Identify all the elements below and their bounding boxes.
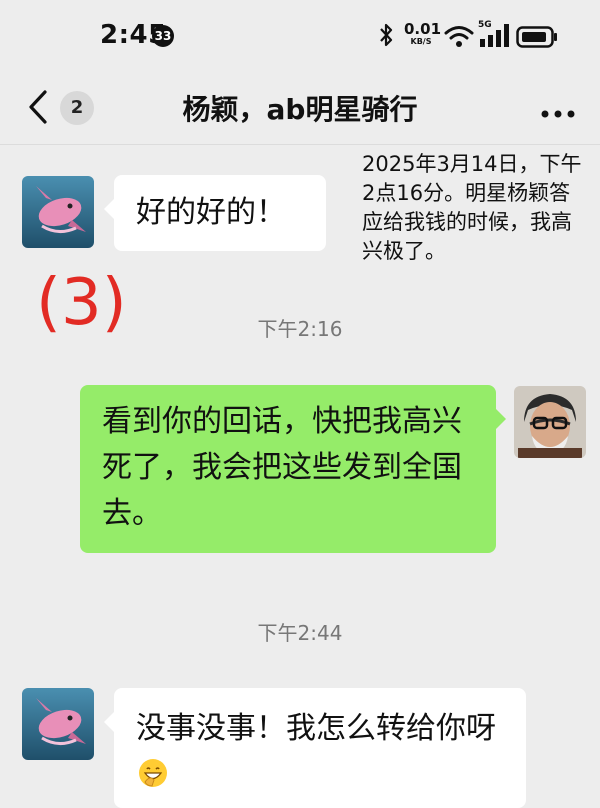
network-speed-unit: KB/S bbox=[410, 37, 432, 46]
more-options-icon[interactable] bbox=[540, 104, 576, 123]
message-bubble-sent[interactable]: 看到你的回话，快把我高兴死了，我会把这些发到全国去。 bbox=[80, 385, 506, 553]
message-content: 没事没事！我怎么转给你呀 bbox=[136, 706, 508, 802]
message-timestamp: 下午2:16 bbox=[257, 317, 343, 341]
caption-annotation: 2025年3月14日，下午2点16分。明星杨颖答应给我钱的时候，我高兴极了。 bbox=[362, 152, 582, 263]
message-timestamp: 下午2:44 bbox=[257, 621, 343, 645]
status-bar: 2:45 33 0.01 KB/S 5G bbox=[0, 0, 600, 72]
chat-header: 2 杨颖，ab明星骑行 bbox=[0, 72, 600, 145]
network-speed: 0.01 KB/S bbox=[404, 20, 442, 46]
notification-count-badge: 33 bbox=[152, 25, 174, 47]
network-speed-value: 0.01 bbox=[404, 20, 442, 38]
wifi-icon bbox=[444, 25, 474, 51]
chat-title: 杨颖，ab明星骑行 bbox=[182, 93, 418, 126]
battery-icon bbox=[516, 26, 558, 52]
message-text: 没事没事！我怎么转给你呀 bbox=[136, 711, 496, 746]
message-bubble-received[interactable]: 好的好的！ bbox=[104, 175, 326, 251]
grinning-face-with-hand-over-mouth-icon bbox=[138, 756, 168, 802]
message-bubble-received[interactable]: 没事没事！我怎么转给你呀 bbox=[104, 688, 526, 808]
contact-avatar[interactable] bbox=[22, 688, 94, 760]
user-avatar[interactable] bbox=[514, 386, 586, 458]
contact-avatar[interactable] bbox=[22, 176, 94, 248]
signal-strength-icon bbox=[478, 22, 510, 52]
bluetooth-icon bbox=[378, 22, 394, 52]
message-text: 好的好的！ bbox=[136, 195, 286, 230]
message-text: 看到你的回话，快把我高兴死了，我会把这些发到全国去。 bbox=[102, 404, 462, 531]
